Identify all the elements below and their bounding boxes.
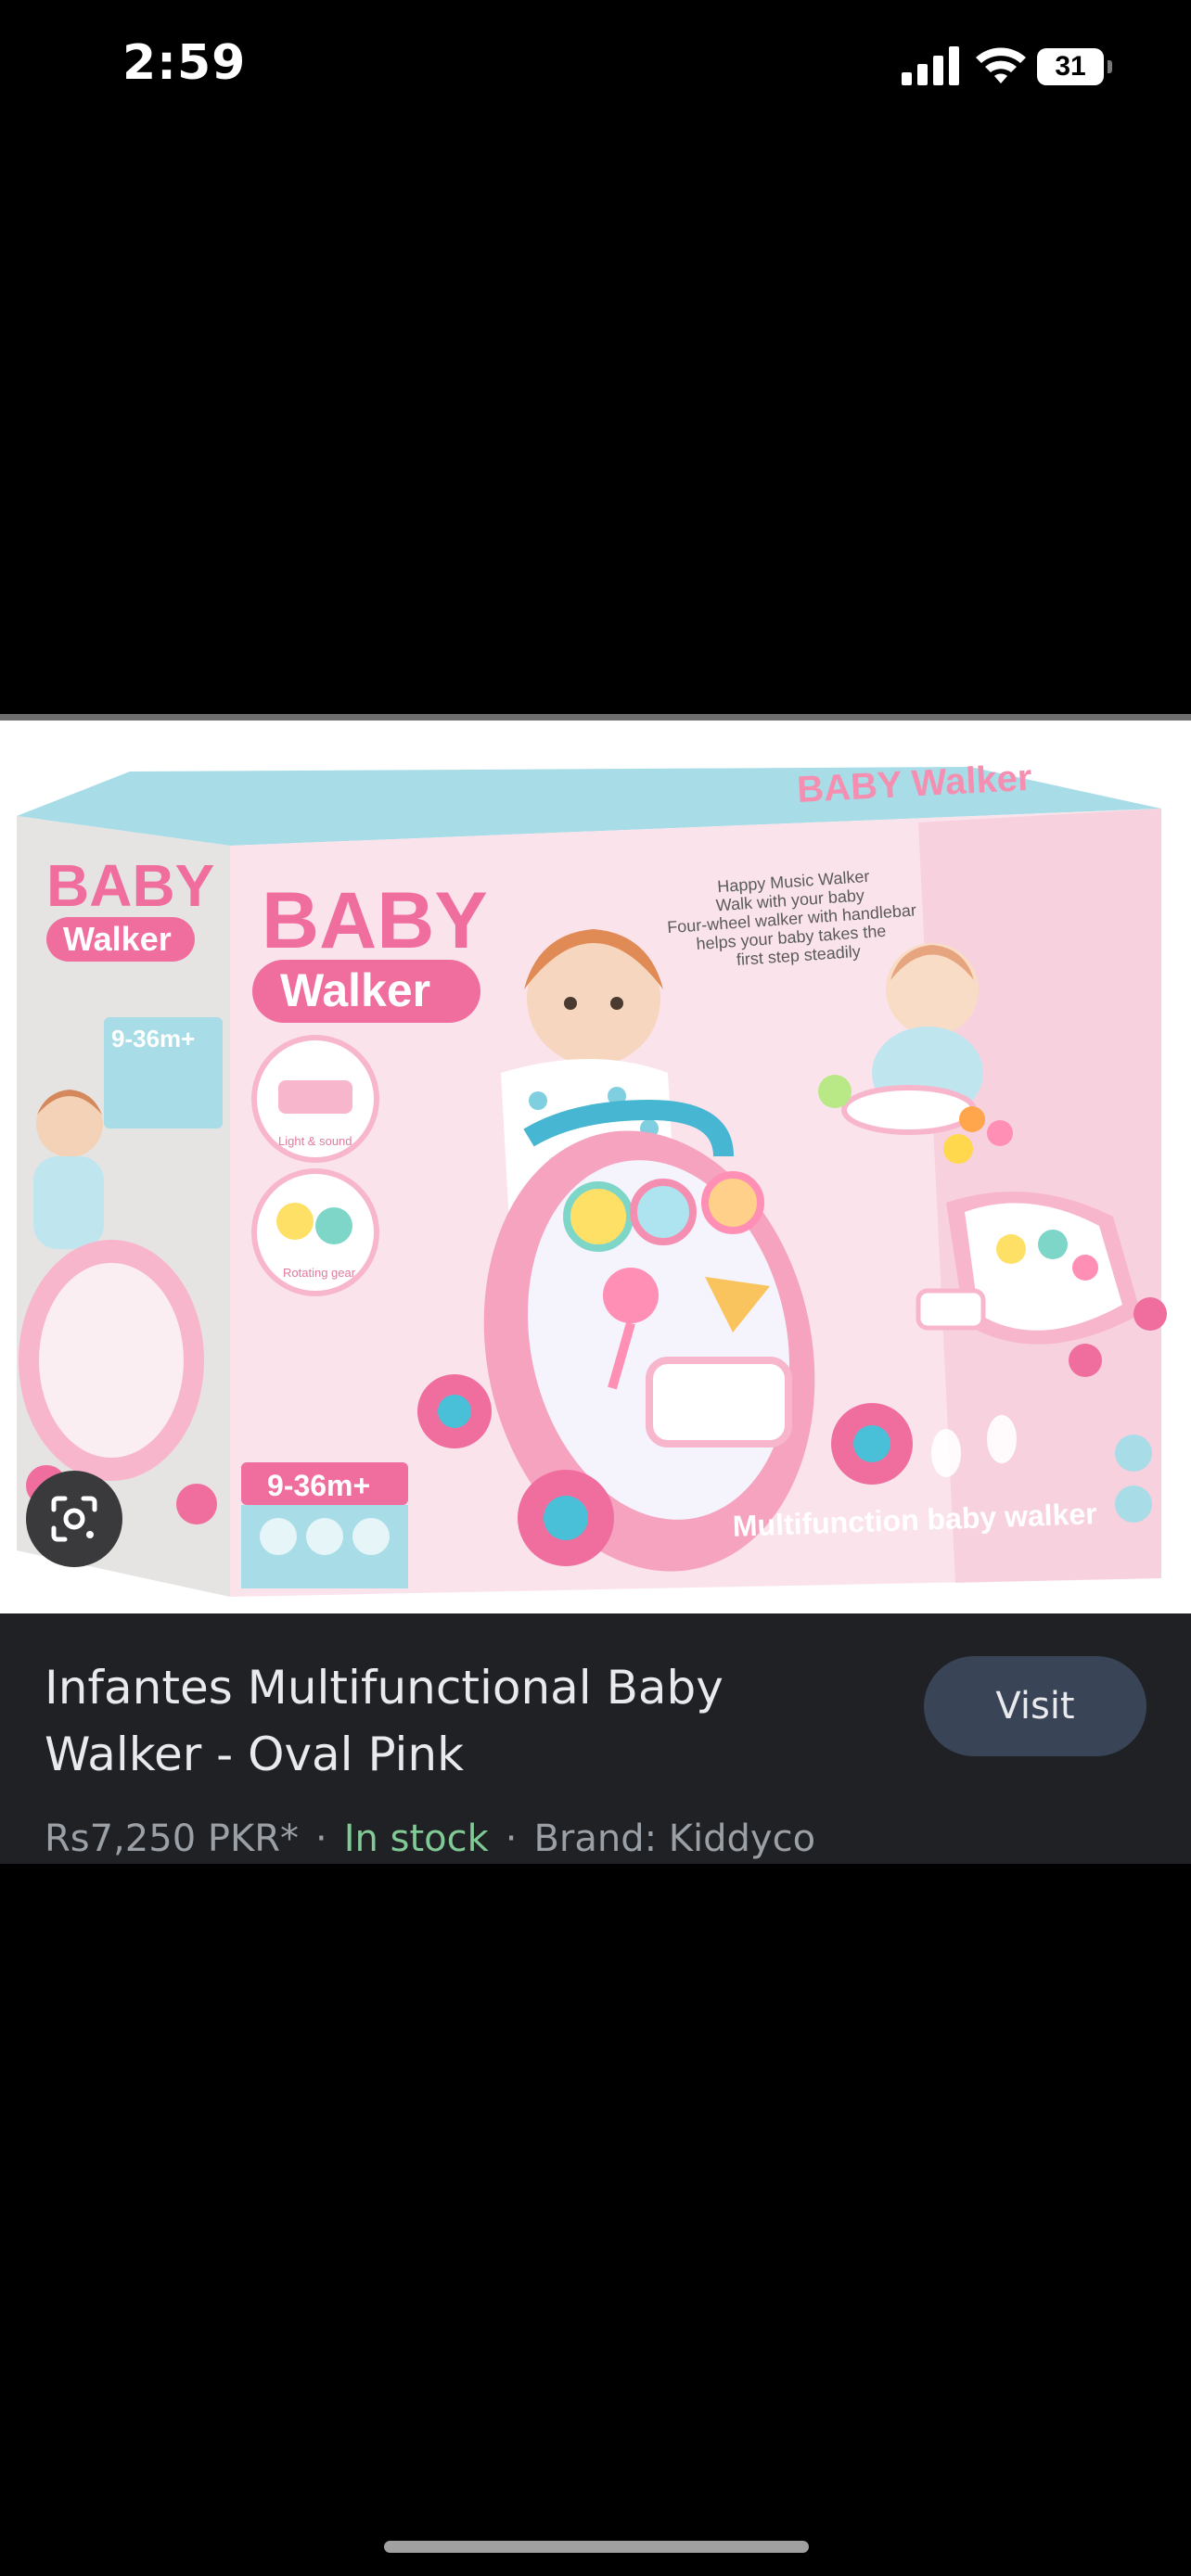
baby-walker-box-illustration: BABY Walker BABY Walker 9-36m+ BABY Walk…: [17, 758, 1167, 1597]
product-brand: Brand: Kiddyco: [533, 1817, 816, 1860]
feature-1-label: Light & sound: [278, 1134, 352, 1148]
side-brand-sub: Walker: [63, 920, 172, 958]
product-image[interactable]: BABY Walker BABY Walker 9-36m+ BABY Walk…: [0, 721, 1191, 1613]
stock-status: In stock: [343, 1817, 489, 1860]
feature-2-label: Rotating gear: [283, 1266, 356, 1280]
cellular-signal-icon: [902, 46, 959, 85]
separator-dot: ·: [505, 1817, 518, 1860]
wifi-icon: [976, 47, 1026, 83]
battery-icon: 31: [1037, 48, 1113, 85]
home-indicator[interactable]: [384, 2541, 809, 2553]
product-price: Rs7,250 PKR*: [45, 1817, 300, 1860]
front-age-label: 9-36m+: [267, 1469, 370, 1502]
lens-icon: [51, 1496, 97, 1542]
main-brand-sub: Walker: [280, 964, 430, 1016]
status-time: 2:59: [122, 35, 247, 91]
separator-dot: ·: [315, 1817, 327, 1860]
battery-level: 31: [1037, 48, 1104, 85]
product-title[interactable]: Infantes Multifunctional Baby Walker - O…: [45, 1654, 861, 1788]
status-bar: 2:59 31: [0, 0, 1191, 139]
image-top-divider: [0, 714, 1191, 721]
visit-button[interactable]: Visit: [924, 1656, 1146, 1756]
side-brand-text: BABY: [46, 852, 214, 919]
side-age-label: 9-36m+: [111, 1025, 195, 1052]
product-meta: Rs7,250 PKR* · In stock · Brand: Kiddyco: [45, 1817, 815, 1860]
main-brand-text: BABY: [262, 876, 488, 965]
visual-search-button[interactable]: [26, 1471, 122, 1567]
